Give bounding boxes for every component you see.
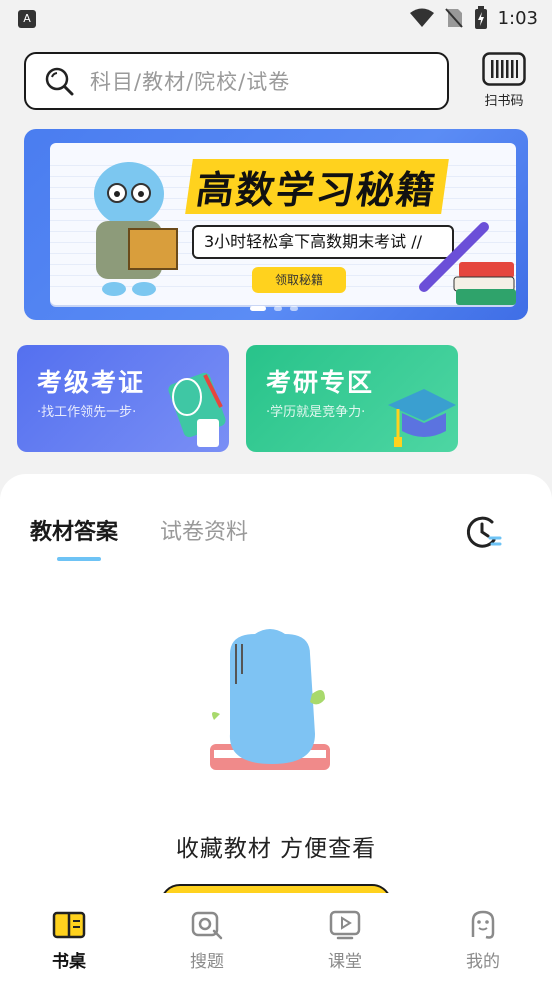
video-play-icon [329,910,361,940]
battery-charging-icon [474,6,487,29]
barcode-icon [482,52,526,86]
search-icon [45,67,74,96]
status-icons: 1:03 [409,6,538,30]
exam-certificate-card[interactable]: 考级考证 ·找工作领先一步· [17,345,229,452]
card-title: 考研专区 [266,368,375,397]
nav-item-profile[interactable]: 我的 [414,893,552,983]
pagination-dot-active[interactable] [250,306,266,311]
nav-item-classroom[interactable]: 课堂 [276,893,414,983]
id-badge-icon [168,372,226,447]
tab-exam-materials[interactable]: 试卷资料 [160,514,248,546]
status-bar: A 1:03 [0,0,552,40]
search-placeholder: 科目/教材/院校/试卷 [90,70,291,94]
card-subtitle: ·找工作领先一步· [37,405,137,420]
scan-barcode-button[interactable]: 扫书码 [474,52,534,112]
nav-label: 我的 [466,952,500,972]
desk-book-icon [52,911,86,939]
card-subtitle: ·学历就是竞争力· [266,405,366,420]
postgrad-exam-card[interactable]: 考研专区 ·学历就是竞争力· [246,345,458,452]
wifi-icon [409,8,434,27]
empty-state-message: 收藏教材 方便查看 [175,836,377,862]
notification-icon: A [18,10,36,28]
nav-label: 搜题 [190,952,224,972]
search-question-icon [191,911,223,940]
nav-label: 书桌 [52,952,86,972]
active-tab-indicator [57,557,101,561]
claim-guide-button[interactable]: 领取秘籍 [252,267,346,293]
card-title: 考级考证 [37,368,146,397]
pagination-dot[interactable] [290,306,298,311]
empty-state-mascot-icon [210,629,330,770]
otter-mascot-icon [94,162,178,296]
banner-pagination [250,306,298,311]
nav-label: 课堂 [328,952,362,972]
banner-title: 高数学习秘籍 [185,159,449,214]
no-sim-icon [444,8,463,28]
nav-item-desk[interactable]: 书桌 [0,893,138,983]
bottom-navigation: 书桌 搜题 课堂 我的 [0,893,552,983]
clock-time: 1:03 [497,7,538,29]
promo-banner[interactable]: 高数学习秘籍 3小时轻松拿下高数期末考试 // 领取秘籍 [24,129,528,320]
tab-textbook-answers[interactable]: 教材答案 [30,514,118,546]
pagination-dot[interactable] [274,306,282,311]
graduation-cap-icon [388,389,456,447]
bookshelf-panel: 教材答案 试卷资料 收藏教材 方便查看 [0,474,552,924]
nav-item-search-question[interactable]: 搜题 [138,893,276,983]
history-clock-icon[interactable] [466,514,502,550]
scan-label: 扫书码 [484,94,524,109]
books-pencil-icon [419,222,516,305]
search-input[interactable]: 科目/教材/院校/试卷 [24,52,449,110]
profile-mascot-icon [471,910,495,939]
